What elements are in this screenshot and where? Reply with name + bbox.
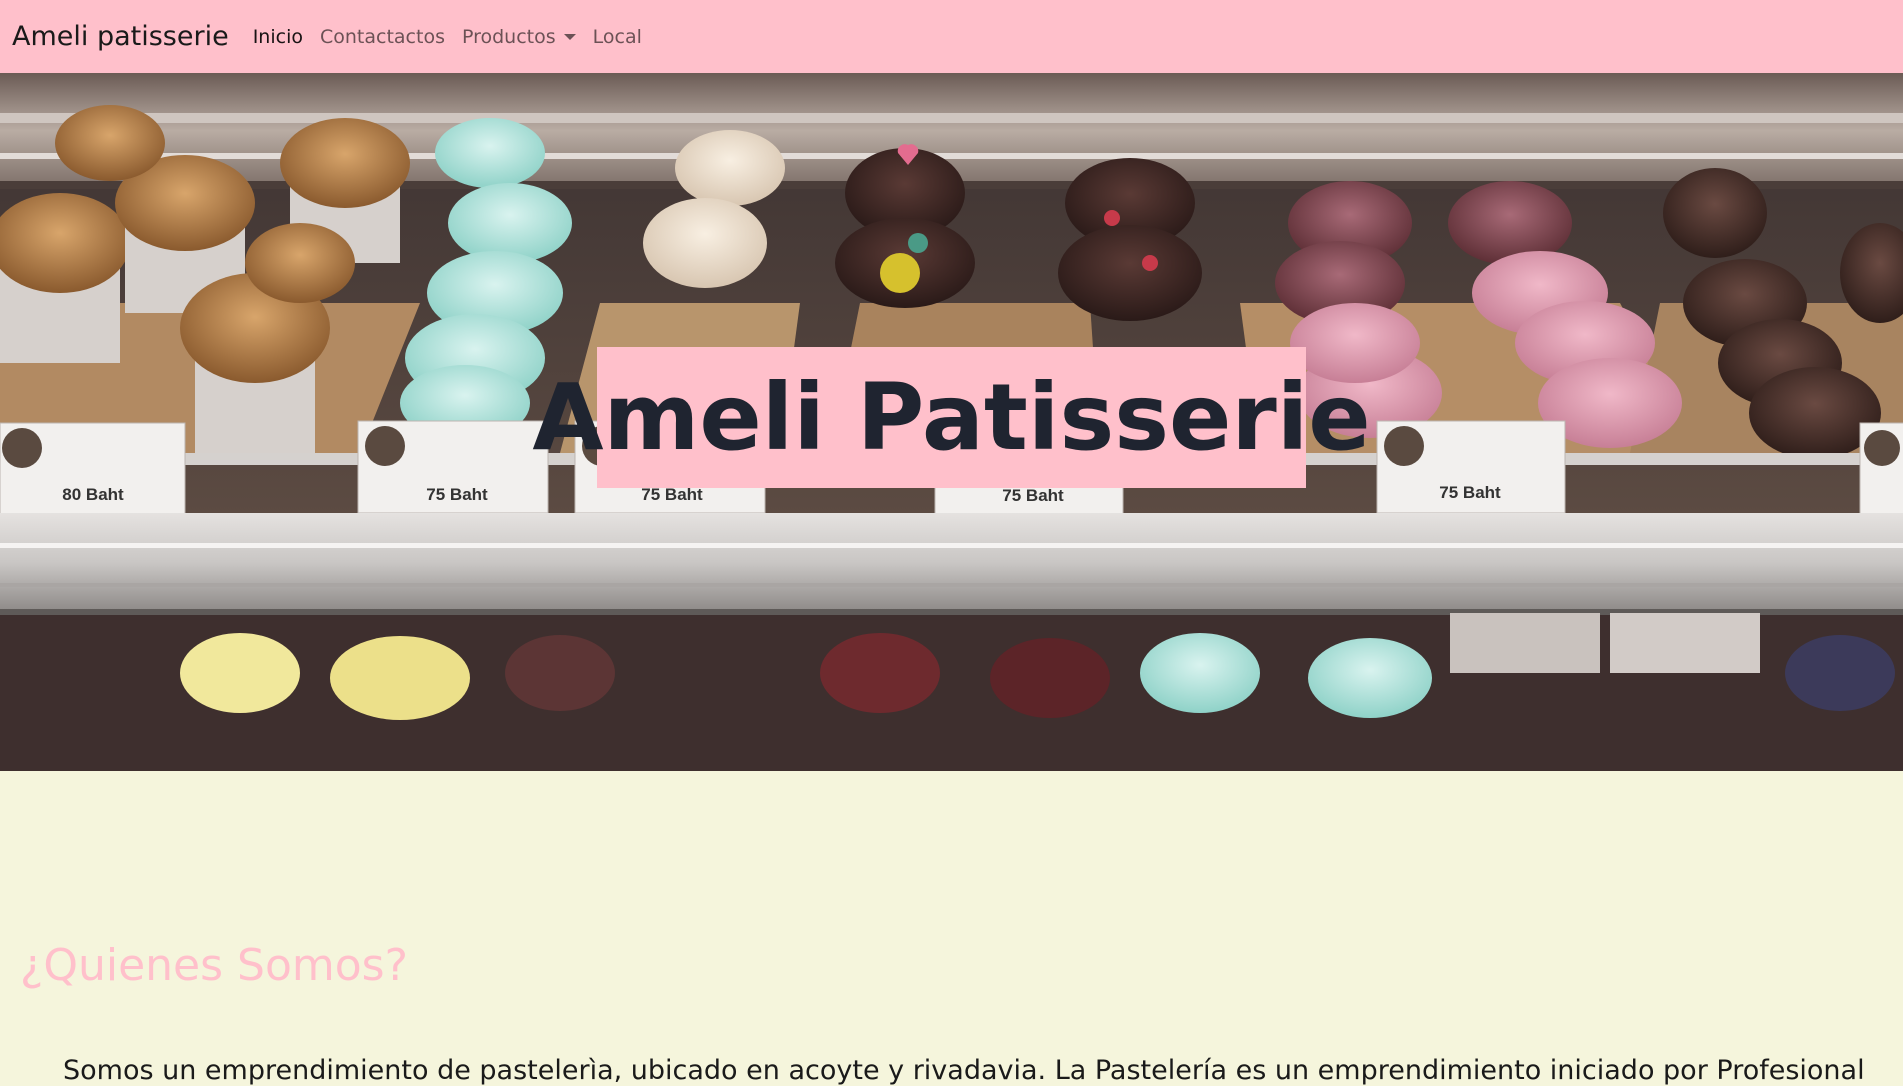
navbar: Ameli patisserie Inicio Contactactos Pro… [0, 0, 1903, 73]
price-tag-5: 75 Baht [1439, 483, 1501, 502]
nav-dropdown-productos[interactable]: Productos [462, 26, 576, 48]
chevron-down-icon [563, 33, 576, 40]
hero-banner: 80 Baht 75 Baht 75 Baht 75 Baht 75 Baht [0, 73, 1903, 771]
price-tag-2: 75 Baht [426, 485, 488, 504]
nav-link-contactactos[interactable]: Contactactos [320, 26, 445, 48]
nav-link-inicio[interactable]: Inicio [253, 26, 303, 48]
about-text: Somos un emprendimiento de pastelerìa, u… [63, 1055, 1863, 1086]
price-tag-1: 80 Baht [62, 485, 124, 504]
about-title: ¿Quienes Somos? [20, 940, 408, 991]
price-tag-4: 75 Baht [1002, 486, 1064, 505]
hero-title-box: Ameli Patisserie [532, 347, 1371, 488]
nav-dropdown-label: Productos [461, 25, 556, 48]
nav-link-local[interactable]: Local [593, 26, 642, 48]
brand-link[interactable]: Ameli patisserie [12, 21, 229, 52]
hero-title: Ameli Patisserie [532, 363, 1371, 471]
